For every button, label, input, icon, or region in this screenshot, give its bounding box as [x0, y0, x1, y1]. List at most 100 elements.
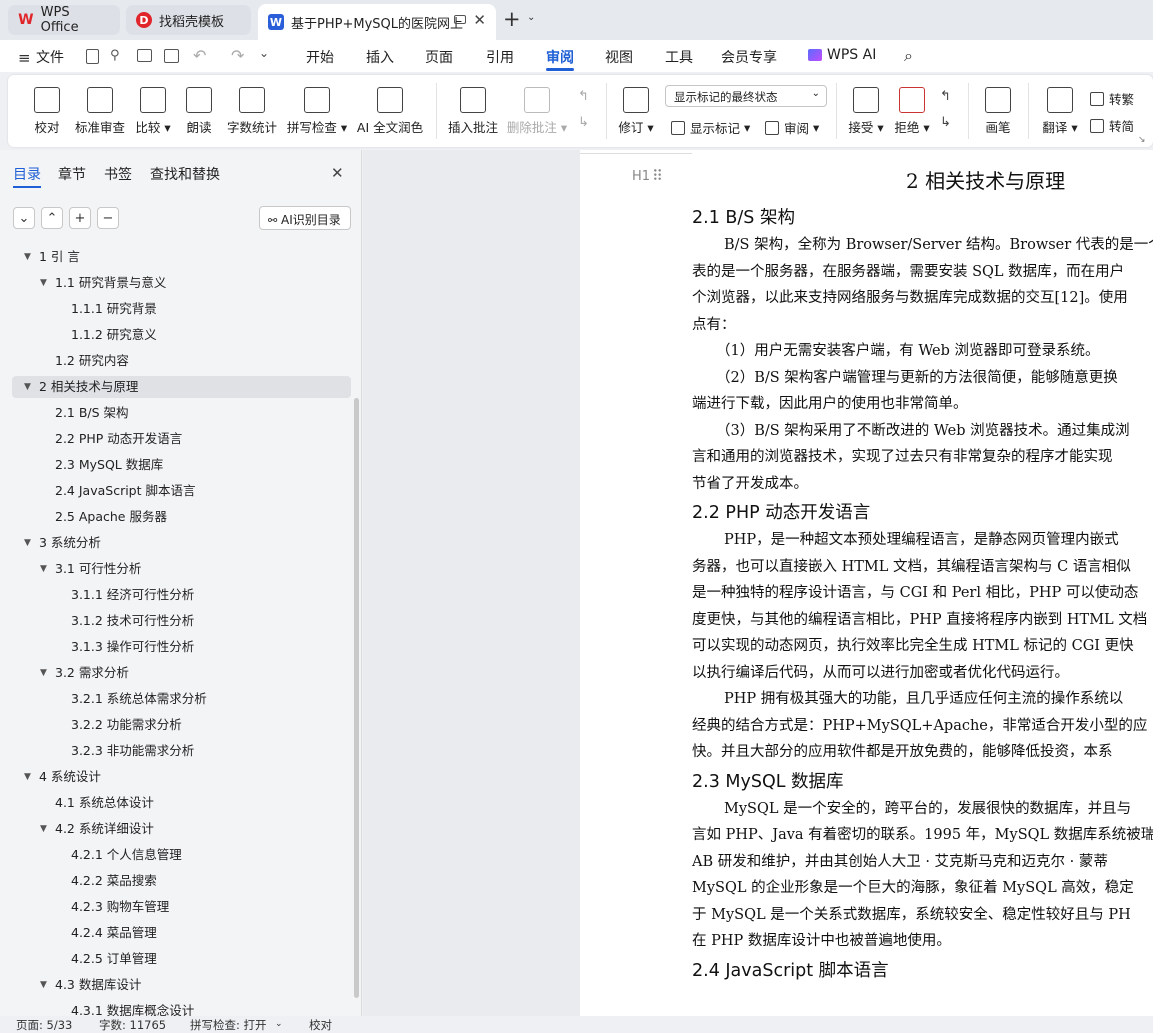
reject-button[interactable]: 拒绝 ▾	[892, 87, 932, 136]
proofread-button[interactable]: 校对	[30, 87, 64, 136]
remove-level-button[interactable]: −	[97, 207, 119, 229]
toc-item[interactable]: 4.2.3 购物车管理	[12, 896, 351, 918]
close-icon[interactable]: ✕	[473, 11, 486, 29]
document-page[interactable]: H1 ⠿ 2 相关技术与原理 2.1 B/S 架构 B/S 架构，全称为 Brow…	[580, 150, 1153, 1016]
toc-item[interactable]: 4.2.5 订单管理	[12, 948, 351, 970]
share-icon[interactable]: ⚲	[110, 48, 120, 63]
menu-insert[interactable]: 插入	[366, 47, 394, 67]
new-tab-plus-icon[interactable]: +	[503, 7, 521, 31]
standard-review-button[interactable]: 标准审查	[74, 87, 126, 136]
spell-check-button[interactable]: 拼写检查 ▾	[286, 87, 348, 136]
print-icon[interactable]	[137, 49, 152, 62]
toc-item[interactable]: ▼ 1.1 研究背景与意义	[12, 272, 351, 294]
toc-item[interactable]: 1.1.1 研究背景	[12, 298, 351, 320]
tab-wps-office[interactable]: W WPS Office	[8, 5, 120, 35]
expand-arrow-icon[interactable]: ▼	[40, 272, 47, 294]
review-pane-button[interactable]: 审阅 ▾	[765, 118, 819, 137]
more-chevron-icon[interactable]: ⌄	[259, 46, 269, 60]
delete-comment-button[interactable]: 删除批注 ▾	[506, 87, 568, 136]
proofread-status[interactable]: 校对	[309, 1017, 332, 1033]
toc-item[interactable]: 4.2.1 个人信息管理	[12, 844, 351, 866]
close-panel-icon[interactable]: ✕	[331, 164, 344, 182]
toc-item[interactable]: 4.2.4 菜品管理	[12, 922, 351, 944]
expand-arrow-icon[interactable]: ▼	[24, 246, 31, 268]
tab-document[interactable]: W 基于PHP+MySQL的医院网上 ✕	[258, 4, 496, 40]
toc-item[interactable]: ▼ 3.2 需求分析	[12, 662, 351, 684]
toc-item[interactable]: 4.2.2 菜品搜索	[12, 870, 351, 892]
toc-item[interactable]: ▼ 3.1 可行性分析	[12, 558, 351, 580]
print-preview-icon[interactable]	[164, 49, 179, 63]
expand-arrow-icon[interactable]: ▼	[24, 766, 31, 788]
ai-toc-button[interactable]: ⚯ AI识别目录	[259, 206, 351, 230]
to-traditional-button[interactable]: 转繁	[1090, 89, 1134, 108]
toc-item[interactable]: 3.1.2 技术可行性分析	[12, 610, 351, 632]
prev-comment-icon[interactable]: ↰	[578, 89, 589, 104]
menu-view[interactable]: 视图	[605, 47, 633, 67]
toc-item[interactable]: 2.2 PHP 动态开发语言	[12, 428, 351, 450]
drag-handle-icon[interactable]: ⠿	[652, 167, 663, 185]
menu-home[interactable]: 开始	[306, 47, 334, 67]
toc-item[interactable]: 4.1 系统总体设计	[12, 792, 351, 814]
toc-item[interactable]: ▼ 4 系统设计	[12, 766, 351, 788]
chevron-down-icon[interactable]: ⌄	[275, 1019, 283, 1029]
expand-arrow-icon[interactable]: ▼	[24, 376, 31, 398]
add-level-button[interactable]: +	[69, 207, 91, 229]
toc-scrollbar[interactable]	[354, 398, 359, 998]
translate-button[interactable]: 翻译 ▾	[1040, 87, 1080, 136]
toc-item[interactable]: ▼ 1 引 言	[12, 246, 351, 268]
next-comment-icon[interactable]: ↳	[578, 115, 589, 130]
redo-icon[interactable]: ↷	[231, 46, 244, 65]
toc-item[interactable]: 2.4 JavaScript 脚本语言	[12, 480, 351, 502]
spell-check-status[interactable]: 拼写检查: 打开	[190, 1017, 267, 1033]
word-count[interactable]: 字数: 11765	[99, 1017, 166, 1033]
toc-item[interactable]: 3.2.1 系统总体需求分析	[12, 688, 351, 710]
word-count-button[interactable]: 字数统计	[224, 87, 280, 136]
expand-arrow-icon[interactable]: ▼	[40, 818, 47, 840]
save-icon[interactable]	[86, 49, 99, 64]
expand-arrow-icon[interactable]: ▼	[40, 558, 47, 580]
ribbon-expand-icon[interactable]: ↘	[1138, 135, 1146, 145]
expand-arrow-icon[interactable]: ▼	[40, 662, 47, 684]
toc-item[interactable]: 1.2 研究内容	[12, 350, 351, 372]
read-aloud-button[interactable]: 朗读	[182, 87, 216, 136]
insert-comment-button[interactable]: 插入批注	[446, 87, 500, 136]
toc-item[interactable]: 3.1.3 操作可行性分析	[12, 636, 351, 658]
toc-item[interactable]: 3.1.1 经济可行性分析	[12, 584, 351, 606]
tab-sections[interactable]: 章节	[58, 164, 86, 184]
show-markup-button[interactable]: 显示标记 ▾	[671, 118, 750, 137]
prev-change-icon[interactable]: ↰	[940, 89, 951, 104]
collapse-down-button[interactable]: ⌄	[13, 207, 35, 229]
ai-polish-button[interactable]: AI 全文润色	[354, 87, 426, 136]
toc-item[interactable]: ▼ 4.3 数据库设计	[12, 974, 351, 996]
page-indicator[interactable]: 页面: 5/33	[16, 1017, 72, 1033]
hamburger-icon[interactable]: ≡	[18, 49, 31, 67]
undo-icon[interactable]: ↶	[193, 46, 206, 65]
menu-file[interactable]: 文件	[36, 47, 64, 67]
menu-review[interactable]: 审阅	[546, 47, 574, 71]
menu-wps-ai[interactable]: WPS AI	[827, 47, 876, 63]
toc-item[interactable]: 2.5 Apache 服务器	[12, 506, 351, 528]
toc-item[interactable]: 3.2.2 功能需求分析	[12, 714, 351, 736]
expand-arrow-icon[interactable]: ▼	[24, 532, 31, 554]
toc-item[interactable]: 2.1 B/S 架构	[12, 402, 351, 424]
tab-toc[interactable]: 目录	[13, 164, 41, 188]
menu-reference[interactable]: 引用	[486, 47, 514, 67]
compare-button[interactable]: 比较 ▾	[132, 87, 174, 136]
toc-item[interactable]: 1.1.2 研究意义	[12, 324, 351, 346]
pen-button[interactable]: 画笔	[980, 87, 1016, 136]
to-simplified-button[interactable]: 转简	[1090, 116, 1134, 135]
markup-display-select[interactable]: 显示标记的最终状态 ⌄	[665, 85, 827, 107]
toc-item[interactable]: 2.3 MySQL 数据库	[12, 454, 351, 476]
menu-tools[interactable]: 工具	[665, 47, 693, 67]
collapse-up-button[interactable]: ⌃	[41, 207, 63, 229]
toc-item[interactable]: ▼ 4.2 系统详细设计	[12, 818, 351, 840]
toc-item[interactable]: ▼ 3 系统分析	[12, 532, 351, 554]
tab-bookmarks[interactable]: 书签	[104, 164, 132, 184]
accept-button[interactable]: 接受 ▾	[846, 87, 886, 136]
toc-item[interactable]: 3.2.3 非功能需求分析	[12, 740, 351, 762]
chevron-down-icon[interactable]: ⌄	[527, 12, 535, 23]
next-change-icon[interactable]: ↳	[940, 115, 951, 130]
track-changes-button[interactable]: 修订 ▾	[616, 87, 656, 136]
monitor-icon[interactable]	[454, 15, 466, 24]
tab-docer-templates[interactable]: D 找稻壳模板	[126, 5, 251, 35]
